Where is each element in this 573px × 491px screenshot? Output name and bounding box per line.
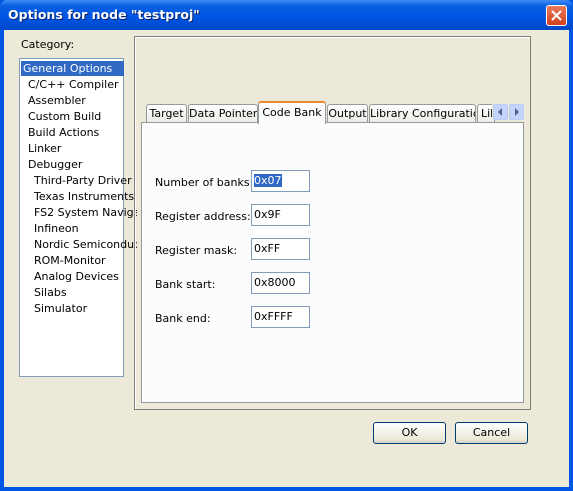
- arrow-right-icon: [515, 108, 519, 116]
- number-of-banks-label: Number of banks:: [155, 176, 254, 189]
- category-item-silabs[interactable]: Silabs: [20, 285, 137, 300]
- category-item-c-cpp-compiler[interactable]: C/C++ Compiler: [20, 77, 131, 92]
- bank-end-value: 0xFFFF: [254, 310, 293, 323]
- category-item-nordic-semiconductor[interactable]: Nordic Semiconductor: [20, 237, 137, 252]
- bank-start-label: Bank start:: [155, 278, 216, 291]
- bank-start-input[interactable]: 0x8000: [251, 272, 310, 294]
- category-item-texas-instruments[interactable]: Texas Instruments: [20, 189, 137, 204]
- category-item-assembler[interactable]: Assembler: [20, 93, 131, 108]
- register-mask-input[interactable]: 0xFF: [251, 238, 310, 260]
- category-label: Category:: [21, 38, 75, 51]
- register-address-label: Register address:: [155, 210, 251, 223]
- category-item-simulator[interactable]: Simulator: [20, 301, 137, 316]
- tab-scroll-buttons: [492, 104, 524, 120]
- register-address-input[interactable]: 0x9F: [251, 204, 310, 226]
- category-item-general-options[interactable]: General Options: [21, 61, 124, 76]
- window-title: Options for node "testproj": [8, 7, 200, 22]
- close-button[interactable]: [546, 5, 567, 26]
- cancel-button[interactable]: Cancel: [455, 422, 528, 444]
- category-item-rom-monitor[interactable]: ROM-Monitor: [20, 253, 137, 268]
- number-of-banks-input[interactable]: 0x07: [251, 170, 310, 192]
- tab-output[interactable]: Output: [327, 104, 368, 123]
- arrow-left-icon: [498, 108, 502, 116]
- register-address-value: 0x9F: [254, 208, 281, 221]
- category-item-fs2-system-navigator[interactable]: FS2 System Navigator: [20, 205, 137, 220]
- code-bank-panel: [141, 122, 524, 403]
- tab-library-configuration[interactable]: Library Configuration: [369, 104, 476, 123]
- category-list[interactable]: General Options C/C++ Compiler Assembler…: [19, 58, 137, 377]
- bank-start-value: 0x8000: [254, 276, 296, 289]
- tab-code-bank[interactable]: Code Bank: [258, 101, 326, 124]
- tab-data-pointer[interactable]: Data Pointer: [188, 104, 258, 123]
- category-item-infineon[interactable]: Infineon: [20, 221, 137, 236]
- category-item-linker[interactable]: Linker: [20, 141, 131, 156]
- category-item-debugger[interactable]: Debugger: [20, 157, 131, 172]
- register-mask-label: Register mask:: [155, 244, 238, 257]
- number-of-banks-value: 0x07: [254, 174, 282, 187]
- category-item-custom-build[interactable]: Custom Build: [20, 109, 131, 124]
- category-item-build-actions[interactable]: Build Actions: [20, 125, 131, 140]
- tab-scroll-left-button[interactable]: [493, 104, 508, 120]
- close-icon: [551, 10, 562, 21]
- title-bar[interactable]: Options for node "testproj": [0, 0, 573, 30]
- bank-end-input[interactable]: 0xFFFF: [251, 306, 310, 328]
- options-dialog: Options for node "testproj" Category: Ge…: [0, 0, 573, 491]
- category-item-third-party-driver[interactable]: Third-Party Driver: [20, 173, 137, 188]
- tab-target[interactable]: Target: [146, 104, 187, 123]
- bank-end-label: Bank end:: [155, 312, 211, 325]
- register-mask-value: 0xFF: [254, 242, 281, 255]
- tab-scroll-right-button[interactable]: [509, 104, 524, 120]
- category-item-analog-devices[interactable]: Analog Devices: [20, 269, 137, 284]
- ok-button[interactable]: OK: [373, 422, 446, 444]
